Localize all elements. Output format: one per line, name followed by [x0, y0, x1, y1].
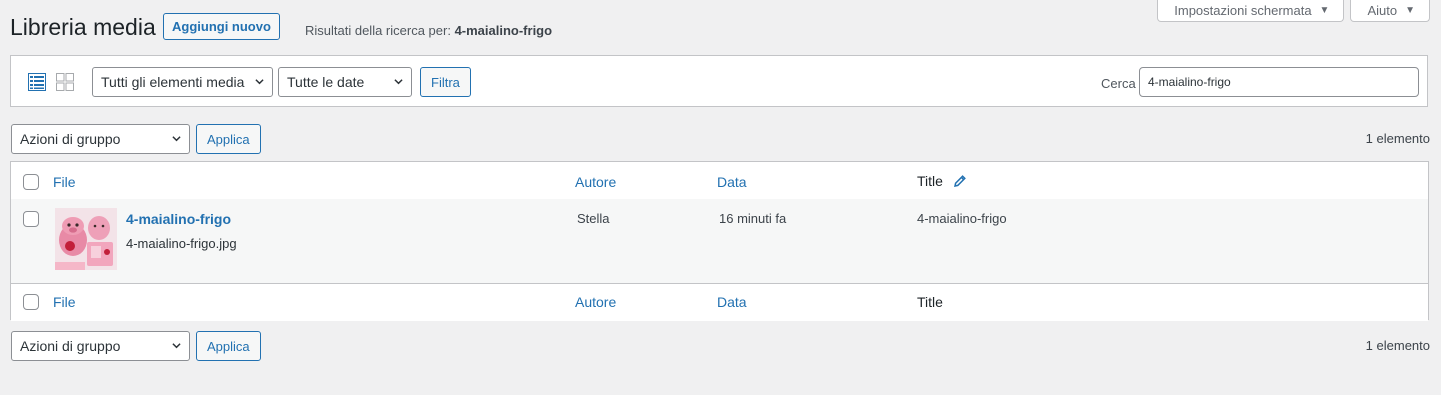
apply-button-bottom[interactable]: Applica: [196, 331, 261, 361]
column-author-footer[interactable]: Autore: [575, 294, 616, 310]
search-results-subtitle: Risultati della ricerca per: 4-maialino-…: [305, 23, 552, 38]
media-filename: 4-maialino-frigo.jpg: [126, 236, 237, 251]
search-label: Cerca: [1101, 76, 1136, 91]
screen-options-tab[interactable]: Impostazioni schermata ▼: [1157, 0, 1345, 22]
chevron-down-icon: [394, 79, 403, 85]
media-type-value: Tutti gli elementi media: [101, 74, 245, 90]
add-new-button[interactable]: Aggiungi nuovo: [163, 13, 280, 40]
select-all-checkbox[interactable]: [23, 174, 39, 190]
search-input[interactable]: 4-maialino-frigo: [1139, 67, 1419, 97]
bulk-actions-value: Azioni di gruppo: [20, 131, 121, 147]
grid-view-icon[interactable]: [56, 73, 74, 91]
media-title-link[interactable]: 4-maialino-frigo: [126, 211, 231, 227]
column-title-label: Title: [917, 173, 943, 189]
column-date[interactable]: Data: [717, 174, 747, 190]
apply-button-top[interactable]: Applica: [196, 124, 261, 154]
help-label: Aiuto: [1367, 3, 1398, 18]
title-cell: 4-maialino-frigo: [917, 211, 1007, 226]
media-type-filter[interactable]: Tutti gli elementi media: [92, 67, 273, 97]
triangle-down-icon: ▼: [1319, 5, 1330, 16]
pencil-icon[interactable]: [953, 174, 967, 188]
select-all-checkbox-footer[interactable]: [23, 294, 39, 310]
items-count-bottom: 1 elemento: [1365, 338, 1430, 353]
column-file[interactable]: File: [53, 174, 76, 190]
search-results-prefix: Risultati della ricerca per:: [305, 23, 455, 38]
column-date-footer[interactable]: Data: [717, 294, 747, 310]
media-toolbar: Tutti gli elementi media Tutte le date F…: [10, 55, 1428, 107]
date-filter-value: Tutte le date: [287, 74, 365, 90]
page-title: Libreria media: [10, 14, 156, 40]
search-results-term: 4-maialino-frigo: [454, 23, 553, 38]
bulk-actions-value-bottom: Azioni di gruppo: [20, 338, 121, 354]
screen-meta-links: Impostazioni schermata ▼ Aiuto ▼: [1157, 0, 1430, 22]
items-count-top: 1 elemento: [1365, 131, 1430, 146]
triangle-down-icon: ▼: [1405, 5, 1415, 16]
table-footer: File Autore Data Title: [11, 283, 1428, 321]
column-title: Title: [917, 173, 967, 189]
column-file-footer[interactable]: File: [53, 294, 76, 310]
table-row: 4-maialino-frigo 4-maialino-frigo.jpg St…: [11, 199, 1428, 283]
chevron-down-icon: [255, 79, 264, 85]
media-thumbnail[interactable]: [55, 208, 117, 270]
date-cell: 16 minuti fa: [719, 211, 787, 226]
filter-button[interactable]: Filtra: [420, 67, 471, 97]
chevron-down-icon: [172, 136, 181, 142]
author-link[interactable]: Stella: [577, 211, 610, 226]
media-table: File Autore Data Title 4-maialino-frigo …: [10, 161, 1429, 321]
list-view-icon[interactable]: [28, 73, 46, 91]
column-title-footer: Title: [917, 294, 943, 310]
date-filter[interactable]: Tutte le date: [278, 67, 412, 97]
row-checkbox[interactable]: [23, 211, 39, 227]
table-header: File Autore Data Title: [11, 162, 1428, 200]
bulk-actions-bottom[interactable]: Azioni di gruppo: [11, 331, 190, 361]
bulk-actions-top[interactable]: Azioni di gruppo: [11, 124, 190, 154]
help-tab[interactable]: Aiuto ▼: [1350, 0, 1430, 22]
column-author[interactable]: Autore: [575, 174, 616, 190]
chevron-down-icon: [172, 343, 181, 349]
search-input-value: 4-maialino-frigo: [1148, 75, 1231, 89]
screen-options-label: Impostazioni schermata: [1174, 3, 1312, 18]
